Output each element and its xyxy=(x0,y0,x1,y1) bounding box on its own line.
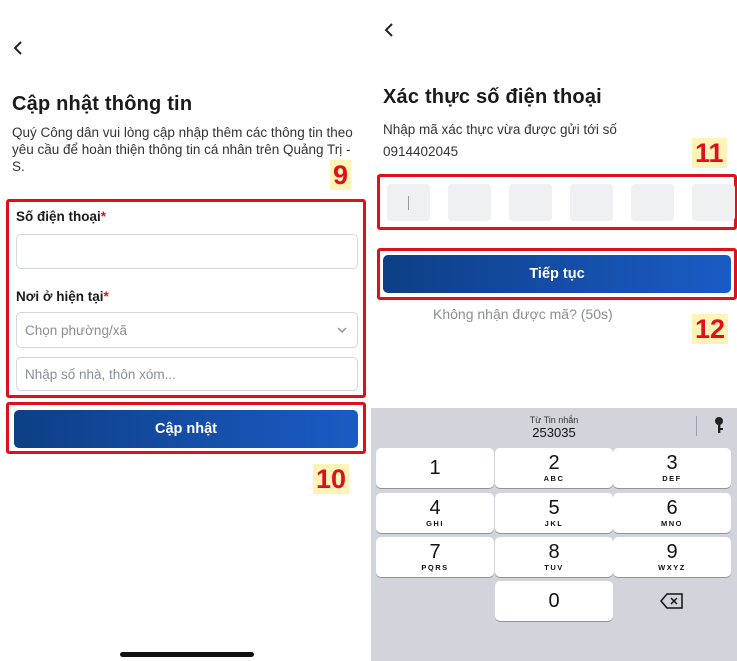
key-digit: 7 xyxy=(429,541,441,563)
keypad-key-9[interactable]: 9 WXYZ xyxy=(613,537,731,577)
key-letters: GHI xyxy=(426,519,444,528)
suggestion-source: Từ Tin nhắn xyxy=(529,415,579,425)
key-digit: 3 xyxy=(666,452,678,474)
keypad-key-8[interactable]: 8 TUV xyxy=(495,537,613,577)
key-digit: 1 xyxy=(429,457,441,479)
page-title: Xác thực số điện thoại xyxy=(383,86,602,108)
step-number-continue: 12 xyxy=(692,314,729,344)
key-letters: WXYZ xyxy=(658,563,686,572)
address-detail-input[interactable]: Nhập số nhà, thôn xóm... xyxy=(16,357,358,391)
otp-digit-box[interactable] xyxy=(570,184,613,221)
page-description: Nhập mã xác thực vừa được gửi tới số xyxy=(383,122,617,137)
text-cursor xyxy=(408,196,409,210)
otp-highlight-box xyxy=(377,174,737,230)
keypad-key-1[interactable]: 1 xyxy=(376,448,494,488)
keypad-key-4[interactable]: 4 GHI xyxy=(376,493,494,533)
numeric-keyboard: Từ Tin nhắn 253035 1 2 ABC 3 DEF 4 GHI 5 JKL 6 MNO… xyxy=(371,408,737,661)
key-letters: JKL xyxy=(544,519,564,528)
ward-select-placeholder: Chọn phường/xã xyxy=(25,322,127,338)
key-digit: 6 xyxy=(666,497,678,519)
otp-digit-box[interactable] xyxy=(631,184,674,221)
update-info-screen: Cập nhật thông tin Quý Công dân vui lòng… xyxy=(0,0,366,661)
back-arrow-icon[interactable] xyxy=(383,22,395,38)
keypad-key-0[interactable]: 0 xyxy=(495,581,613,621)
ward-select[interactable]: Chọn phường/xã xyxy=(16,312,358,348)
otp-digit-box[interactable] xyxy=(692,184,735,221)
step-number-submit: 10 xyxy=(313,464,350,494)
page-description: Quý Công dân vui lòng cập nhập thêm các … xyxy=(12,125,353,174)
phone-input[interactable] xyxy=(16,234,358,269)
chevron-down-icon xyxy=(337,327,347,333)
update-button[interactable]: Cập nhật xyxy=(14,410,358,448)
keypad-key-5[interactable]: 5 JKL xyxy=(495,493,613,533)
backspace-icon[interactable] xyxy=(613,581,731,621)
address-label: Nơi ở hiện tại* xyxy=(16,289,109,304)
otp-digit-box[interactable] xyxy=(448,184,491,221)
otp-suggestion-bar[interactable]: Từ Tin nhắn 253035 xyxy=(371,408,737,442)
phone-number-text: 0914402045 xyxy=(383,144,459,159)
suggestion-separator xyxy=(696,416,697,436)
home-indicator xyxy=(120,652,254,657)
back-arrow-icon[interactable] xyxy=(12,40,24,56)
suggestion-code[interactable]: 253035 xyxy=(371,425,737,440)
step-number-form: 9 xyxy=(330,160,352,190)
resend-code-link[interactable]: Không nhận được mã? (50s) xyxy=(433,306,613,322)
key-icon[interactable] xyxy=(713,416,725,434)
phone-label: Số điện thoại* xyxy=(16,209,107,224)
key-letters: PQRS xyxy=(421,563,449,572)
key-letters: MNO xyxy=(661,519,683,528)
key-letters: DEF xyxy=(662,474,682,483)
keypad-key-7[interactable]: 7 PQRS xyxy=(376,537,494,577)
key-letters: ABC xyxy=(543,474,565,483)
verify-phone-screen: Xác thực số điện thoại Nhập mã xác thực … xyxy=(371,0,737,661)
key-digit: 4 xyxy=(429,497,441,519)
otp-digit-box[interactable] xyxy=(509,184,552,221)
key-digit: 0 xyxy=(548,590,560,612)
otp-digit-box[interactable] xyxy=(387,184,430,221)
key-letters: TUV xyxy=(544,563,564,572)
page-title: Cập nhật thông tin xyxy=(12,93,193,115)
key-digit: 2 xyxy=(548,452,560,474)
key-digit: 5 xyxy=(548,497,560,519)
keypad-key-6[interactable]: 6 MNO xyxy=(613,493,731,533)
keypad-key-3[interactable]: 3 DEF xyxy=(613,448,731,488)
step-number-otp: 11 xyxy=(692,138,727,168)
key-digit: 8 xyxy=(548,541,560,563)
keypad-key-2[interactable]: 2 ABC xyxy=(495,448,613,488)
key-digit: 9 xyxy=(666,541,678,563)
continue-button[interactable]: Tiếp tục xyxy=(383,255,731,293)
